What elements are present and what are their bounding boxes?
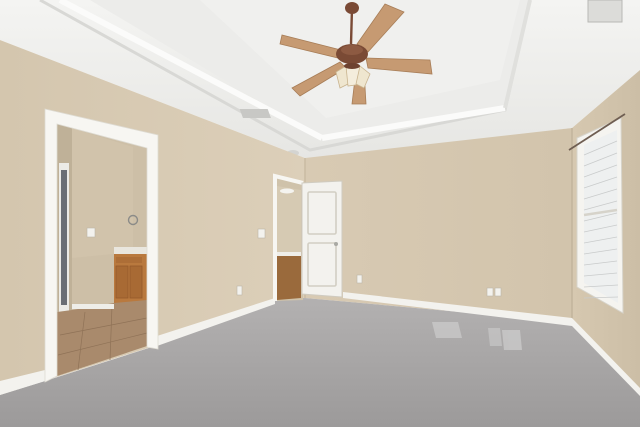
vent-icon [239,109,271,118]
white-panel-door[interactable] [301,180,343,298]
outlet-icon [356,274,363,284]
hallway-wood-floor [277,255,301,300]
fan-canopy [345,2,359,14]
light-switch-icon [257,228,266,239]
hallway-doorway[interactable] [273,173,304,301]
light-switch-icon [86,227,96,238]
window[interactable] [568,113,626,314]
bedroom-scene [0,0,640,427]
bathroom-doorway[interactable] [57,124,148,376]
ceiling-vent-right [587,0,623,23]
bathroom-vanity [114,247,147,304]
outlet-icon [236,285,243,296]
door-knob[interactable] [334,242,338,246]
hallway-light [280,188,294,194]
